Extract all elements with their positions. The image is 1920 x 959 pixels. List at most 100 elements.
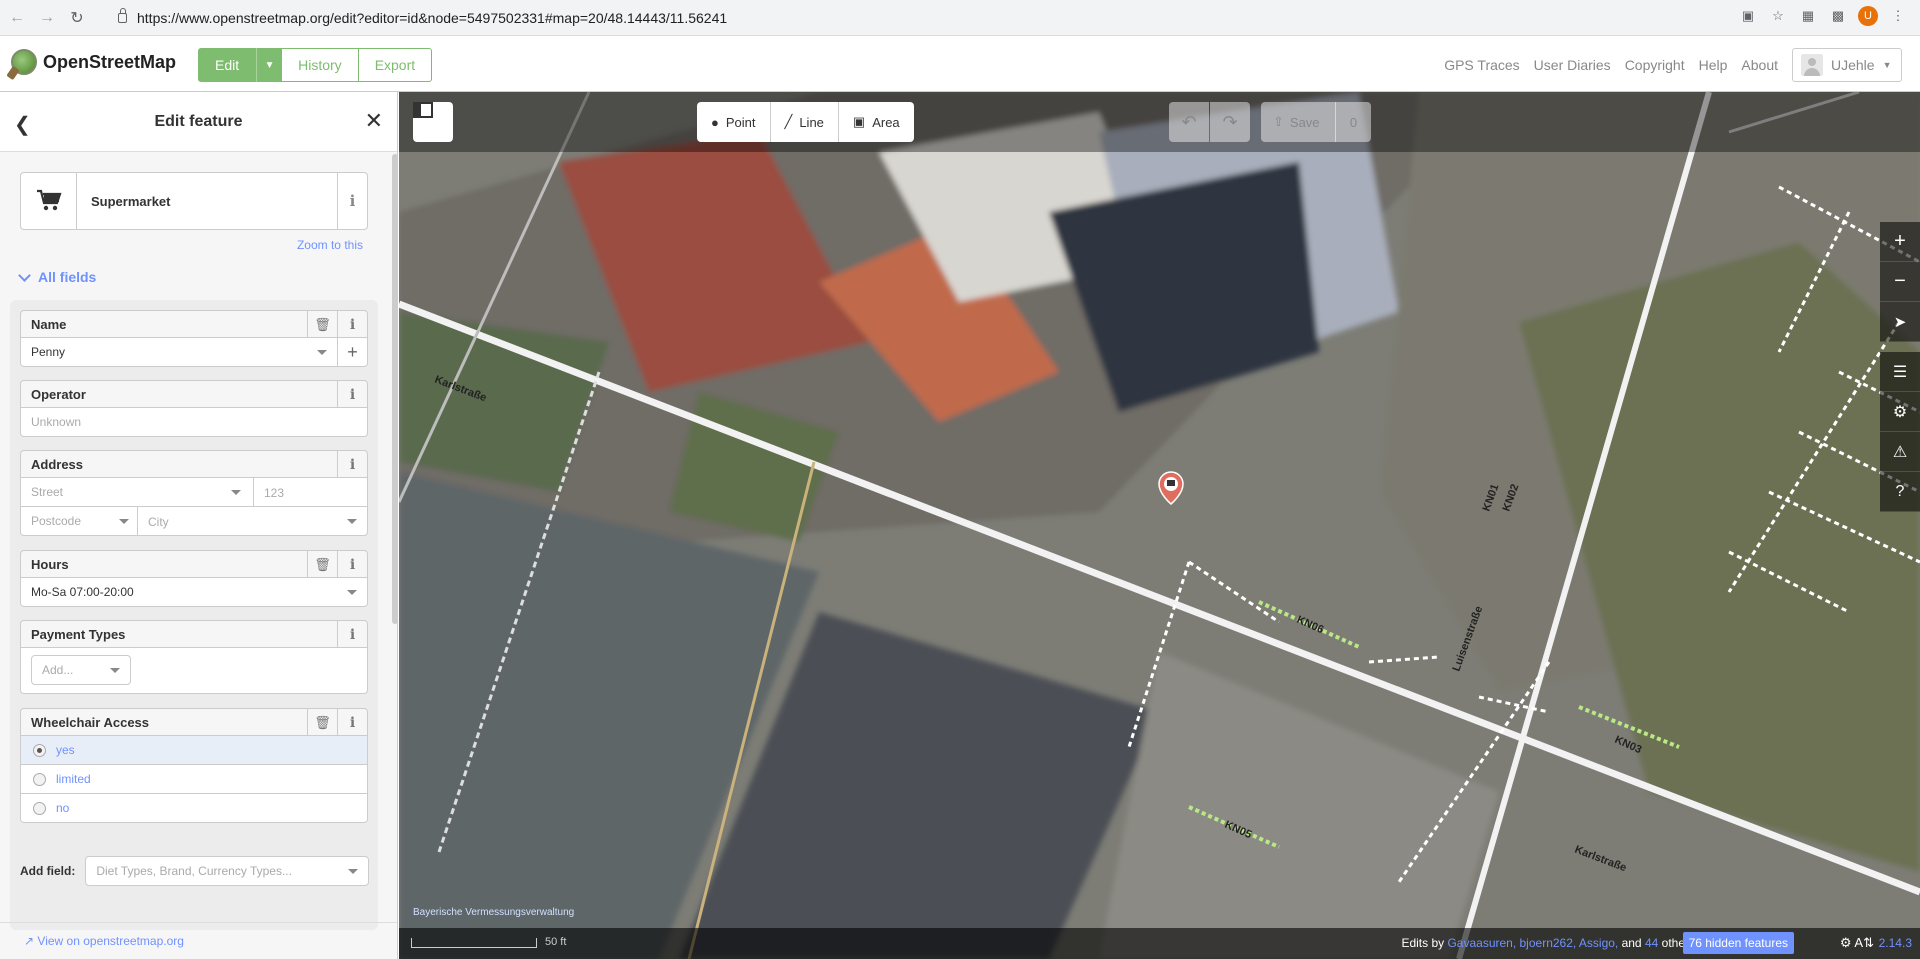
sidebar: ❮ Edit feature ✕ Supermarket i Zoom to t… [0, 92, 398, 959]
postcode-input[interactable]: Postcode [21, 514, 81, 528]
info-icon[interactable]: i [337, 451, 367, 478]
line-label: Line [799, 114, 824, 130]
scale-text: 50 ft [545, 936, 567, 948]
operator-input[interactable]: Unknown [20, 408, 368, 437]
user-menu-button[interactable]: UJehle ▼ [1792, 48, 1902, 82]
map-data-icon[interactable]: ⚙ [1880, 392, 1920, 432]
view-on-osm-link[interactable]: ↗ View on openstreetmap.org [24, 934, 184, 948]
add-area-button[interactable]: ▣ Area [839, 102, 914, 142]
field-name: Name 🗑 i Penny + [20, 310, 368, 367]
profile-avatar[interactable]: U [1858, 6, 1878, 26]
point-label: Point [725, 114, 756, 130]
close-icon[interactable]: ✕ [365, 108, 383, 134]
edits-by-prefix: Edits by [1401, 936, 1448, 950]
edits-by-text: Edits by Gavaasuren, bjoern262, Assigo, … [1401, 936, 1695, 950]
radio-button[interactable] [33, 743, 46, 757]
trash-icon[interactable]: 🗑 [307, 311, 337, 338]
edit-tab[interactable]: Edit [198, 48, 257, 82]
zoom-in-icon[interactable]: + [1880, 222, 1920, 262]
add-field-placeholder: Diet Types, Brand, Currency Types... [96, 864, 292, 878]
address-bar[interactable]: https://www.openstreetmap.org/edit?edito… [108, 5, 1760, 31]
wheelchair-option-yes[interactable]: yes [20, 736, 368, 765]
housenumber-input[interactable]: 123 [253, 478, 369, 507]
menu-dots-icon[interactable]: ⋮ [1888, 6, 1908, 26]
view-on-label: View on openstreetmap.org [37, 934, 184, 948]
map-controls: + − ➤ ☰ ⚙ ⚠ ? [1880, 222, 1920, 512]
back-arrow-icon[interactable]: ← [4, 5, 30, 31]
others-count-link[interactable]: 44 [1645, 936, 1658, 950]
reload-icon[interactable]: ↻ [64, 5, 90, 31]
layers-icon[interactable]: ☰ [1880, 352, 1920, 392]
info-icon[interactable]: i [337, 311, 367, 338]
shopping-cart-icon [21, 173, 77, 229]
hidden-features-badge[interactable]: 76 hidden features [1682, 932, 1794, 954]
magnifier-logo-icon [11, 49, 37, 75]
nav-about[interactable]: About [1741, 57, 1778, 73]
info-icon[interactable]: i [337, 381, 367, 408]
field-label: Name [31, 316, 67, 332]
redo-icon[interactable]: ↷ [1210, 102, 1250, 142]
edit-dropdown-caret-icon[interactable]: ▼ [256, 48, 283, 82]
city-input[interactable]: City [137, 507, 369, 536]
history-tab[interactable]: History [282, 48, 359, 82]
nav-copyright[interactable]: Copyright [1625, 57, 1685, 73]
zoom-out-icon[interactable]: − [1880, 262, 1920, 302]
username: UJehle [1831, 57, 1875, 73]
wheelchair-option-limited[interactable]: limited [20, 765, 368, 794]
add-localized-name-icon[interactable]: + [337, 338, 367, 366]
chevron-down-icon [231, 490, 241, 495]
payment-add-input[interactable]: Add... [31, 655, 131, 685]
editor-links[interactable]: Gavaasuren, bjoern262, Assigo, [1447, 936, 1618, 950]
option-label: yes [56, 743, 75, 757]
add-field-row: Add field: Diet Types, Brand, Currency T… [20, 856, 370, 886]
wheelchair-option-no[interactable]: no [20, 794, 368, 823]
zoom-to-link[interactable]: Zoom to this [297, 238, 363, 252]
street-input[interactable]: Street [21, 485, 63, 499]
address-row-1: Street 123 [20, 478, 368, 507]
all-fields-toggle[interactable]: All fields [18, 268, 96, 285]
sidebar-title: Edit feature [154, 112, 243, 130]
export-tab[interactable]: Export [358, 48, 433, 82]
site-logo[interactable]: OpenStreetMap [11, 49, 176, 75]
undo-icon[interactable]: ↶ [1169, 102, 1209, 142]
preset-selector[interactable]: Supermarket i [20, 172, 368, 230]
trash-icon[interactable]: 🗑 [307, 551, 337, 578]
chevron-down-icon [348, 869, 359, 874]
user-avatar-icon [1801, 54, 1823, 76]
hours-input[interactable]: Mo-Sa 07:00-20:00 [20, 578, 368, 607]
forward-arrow-icon[interactable]: → [34, 5, 60, 31]
translate-icon[interactable]: ▣ [1738, 6, 1758, 26]
nav-help[interactable]: Help [1699, 57, 1728, 73]
nav-user-diaries[interactable]: User Diaries [1534, 57, 1611, 73]
chevron-down-icon [18, 268, 31, 282]
info-icon[interactable]: i [337, 621, 367, 648]
nav-gps-traces[interactable]: GPS Traces [1444, 57, 1519, 73]
extension-icon[interactable]: ▦ [1798, 6, 1818, 26]
field-label: Hours [31, 556, 69, 572]
bug-report-icon[interactable]: ⚙ A⇅ [1840, 935, 1874, 951]
sidebar-toggle-icon[interactable] [413, 102, 453, 142]
add-field-input[interactable]: Diet Types, Brand, Currency Types... [85, 856, 370, 886]
imagery-attribution[interactable]: Bayerische Vermessungsverwaltung [413, 907, 574, 918]
scale-bar[interactable] [411, 938, 537, 948]
radio-button[interactable] [33, 801, 46, 815]
trash-icon[interactable]: 🗑 [307, 709, 337, 736]
mode-buttons: ● Point ╱ Line ▣ Area [697, 102, 914, 142]
back-chevron-icon[interactable]: ❮ [14, 112, 31, 137]
add-line-button[interactable]: ╱ Line [771, 102, 839, 142]
version-link[interactable]: 2.14.3 [1879, 936, 1912, 950]
map-canvas[interactable]: Karlstraße Karlstraße Luisenstraße KN01 … [399, 92, 1920, 959]
radio-button[interactable] [33, 772, 46, 786]
info-icon[interactable]: i [337, 551, 367, 578]
preset-info-button[interactable]: i [337, 173, 367, 229]
save-button[interactable]: ⇧ Save 0 [1261, 102, 1371, 142]
info-icon[interactable]: i [337, 709, 367, 736]
star-icon[interactable]: ☆ [1768, 6, 1788, 26]
help-icon[interactable]: ? [1880, 472, 1920, 512]
geolocate-icon[interactable]: ➤ [1880, 302, 1920, 342]
sidebar-scrollbar[interactable] [392, 154, 398, 624]
name-input[interactable]: Penny + [20, 338, 368, 367]
add-point-button[interactable]: ● Point [697, 102, 771, 142]
issues-warning-icon[interactable]: ⚠ [1880, 432, 1920, 472]
extension-icon-2[interactable]: ▩ [1828, 6, 1848, 26]
